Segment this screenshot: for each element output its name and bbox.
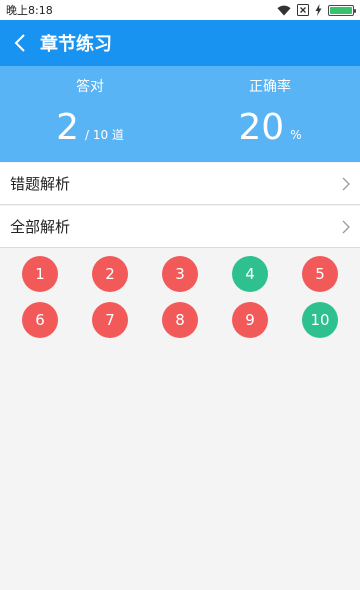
accuracy-suffix: %: [290, 128, 302, 142]
wrong-answers-analysis-row[interactable]: 错题解析: [0, 163, 360, 205]
menu-label: 全部解析: [10, 218, 71, 236]
question-number-button[interactable]: 3: [162, 256, 198, 292]
wifi-icon: [277, 5, 291, 16]
correct-count-stat: 答对 2 / 10 道: [0, 66, 180, 162]
question-cell: 7: [75, 302, 145, 338]
question-grid: 1 2 3 4 5 6 7 8 9 10: [0, 256, 360, 338]
all-answers-analysis-row[interactable]: 全部解析: [0, 206, 360, 248]
back-arrow-icon: [14, 34, 25, 52]
question-number-button[interactable]: 4: [232, 256, 268, 292]
status-time: 晚上8:18: [6, 4, 53, 17]
question-cell: 9: [215, 302, 285, 338]
status-icons: [277, 4, 356, 16]
back-button[interactable]: [0, 20, 40, 66]
question-cell: 5: [285, 256, 355, 292]
status-bar: 晚上8:18: [0, 0, 360, 20]
accuracy-stat: 正确率 20 %: [180, 66, 360, 162]
correct-value: 2: [56, 107, 79, 148]
question-cell: 4: [215, 256, 285, 292]
question-cell: 6: [5, 302, 75, 338]
question-number-button[interactable]: 9: [232, 302, 268, 338]
accuracy-value: 20: [238, 107, 285, 148]
no-sim-icon: [297, 4, 309, 16]
question-cell: 8: [145, 302, 215, 338]
question-number-button[interactable]: 1: [22, 256, 58, 292]
question-cell: 3: [145, 256, 215, 292]
chevron-right-icon: [342, 220, 350, 233]
question-number-button[interactable]: 8: [162, 302, 198, 338]
question-cell: 1: [5, 256, 75, 292]
question-number-button[interactable]: 6: [22, 302, 58, 338]
correct-suffix: / 10 道: [84, 128, 124, 142]
correct-label: 答对: [76, 79, 104, 95]
question-cell: 10: [285, 302, 355, 338]
question-number-button[interactable]: 7: [92, 302, 128, 338]
stats-panel: 答对 2 / 10 道 正确率 20 %: [0, 66, 360, 162]
question-number-button[interactable]: 2: [92, 256, 128, 292]
charging-icon: [315, 4, 322, 16]
app-bar: 章节练习: [0, 20, 360, 66]
page-title: 章节练习: [40, 34, 112, 55]
question-cell: 2: [75, 256, 145, 292]
menu-label: 错题解析: [10, 175, 71, 193]
accuracy-label: 正确率: [249, 79, 291, 95]
battery-icon: [328, 4, 356, 16]
question-number-button[interactable]: 10: [302, 302, 338, 338]
chevron-right-icon: [342, 177, 350, 190]
question-number-button[interactable]: 5: [302, 256, 338, 292]
